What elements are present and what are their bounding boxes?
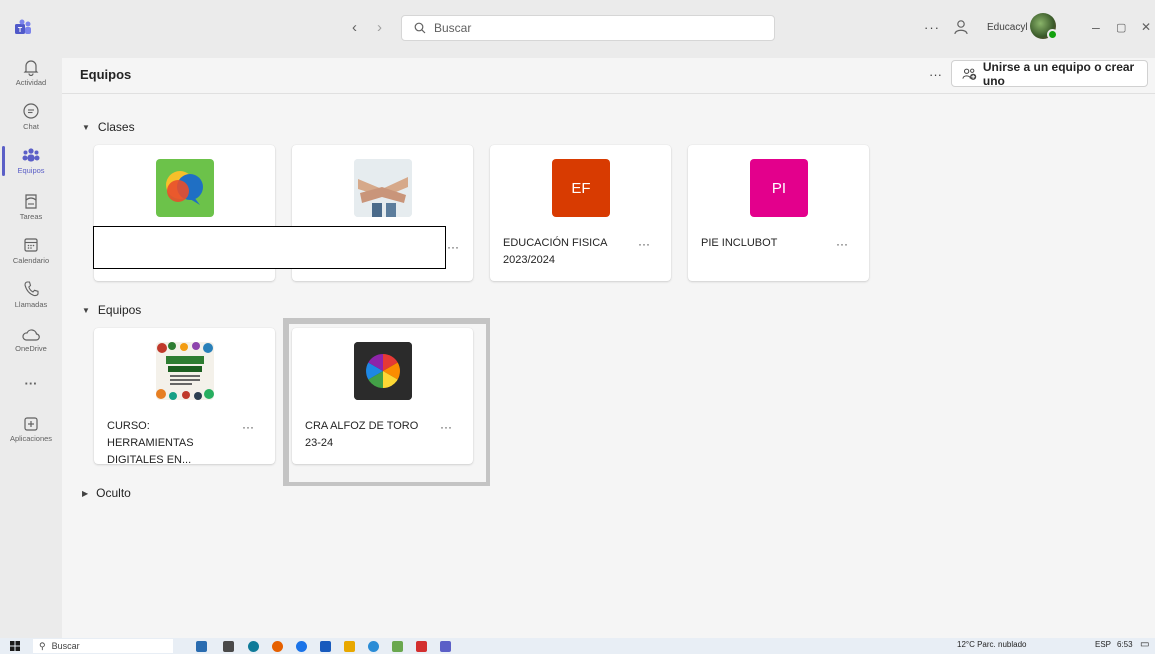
rail-label: OneDrive [15,344,47,353]
rail-label: Actividad [15,78,47,87]
telegram-icon[interactable] [368,641,379,652]
teams-logo-icon: T [15,19,31,34]
section-title: Equipos [97,303,142,317]
page-title: Equipos [80,67,132,82]
section-equipos-toggle[interactable]: ▼ Equipos [82,303,141,317]
chrome-icon[interactable] [296,641,307,652]
taskbar-search-label: Buscar [51,641,80,651]
selection-frame [283,318,490,486]
more-apps-icon[interactable]: ··· [0,376,62,391]
join-team-icon [962,68,977,80]
back-arrow-icon[interactable]: ‹ [352,19,357,36]
phone-icon [24,281,39,297]
rail-item-calendario[interactable]: Calendario [0,236,62,265]
stacked-hands-image [354,159,412,217]
acrobat-icon[interactable] [416,641,427,652]
assignments-icon [25,194,37,209]
team-name: PIE INCLUBOT [701,237,778,249]
clock[interactable]: 6:53 [1117,640,1133,649]
more-options-icon[interactable]: ··· [924,20,940,35]
rail-label: Chat [23,122,39,131]
teams-icon[interactable] [440,641,451,652]
org-name[interactable]: Educacyl [987,22,1028,33]
section-title: Oculto [96,486,131,500]
org-people-icon[interactable] [952,18,970,36]
chevron-down-icon: ▼ [82,122,90,132]
rail-item-tareas[interactable]: Tareas [0,192,62,221]
file-explorer-icon[interactable] [344,641,355,652]
forward-arrow-icon[interactable]: › [377,19,382,36]
chevron-down-icon: ▼ [82,305,90,315]
taskbar-search[interactable]: ⚲ Buscar [33,639,173,653]
team-more-icon[interactable]: ··· [447,240,459,254]
section-oculto-toggle[interactable]: ▶ Oculto [82,486,131,500]
edge-icon[interactable] [248,641,259,652]
team-name: CURSO: HERRAMIENTAS DIGITALES EN... [107,420,194,466]
header-more-icon[interactable]: ··· [929,67,942,82]
windows-taskbar: ⚲ Buscar 12°C Parc. nublado ESP 6:53 ▭ [0,638,1155,654]
team-avatar-initials: EF [552,159,610,217]
svg-text:T: T [18,27,23,34]
add-apps-icon [24,417,38,431]
search-input[interactable]: Buscar [401,15,775,41]
team-card-pie-inclubot[interactable]: PI PIE INCLUBOT ··· [688,145,869,281]
team-card-educacion-fisica[interactable]: EF EDUCACIÓN FISICA 2023/2024 ··· [490,145,671,281]
rail-item-llamadas[interactable]: Llamadas [0,280,62,309]
rail-label: Equipos [17,166,45,175]
close-icon[interactable]: ✕ [1141,20,1151,34]
team-card-herramientas-digitales[interactable]: CURSO: HERRAMIENTAS DIGITALES EN... ··· [94,328,275,466]
rail-item-actividad[interactable]: Actividad [0,58,62,87]
join-or-create-team-button[interactable]: Unirse a un equipo o crear uno [951,59,1148,88]
rail-item-onedrive[interactable]: OneDrive [0,328,62,353]
restore-icon[interactable]: ▢ [1116,21,1126,34]
notifications-icon[interactable]: ▭ [1140,639,1149,650]
herramientas-digitales-image [156,342,214,400]
rail-item-chat[interactable]: Chat [0,102,62,131]
team-avatar-initials: PI [750,159,808,217]
task-view-icon[interactable] [223,641,234,652]
search-icon [414,22,426,34]
presence-available-icon [1047,29,1058,40]
team-more-icon[interactable]: ··· [242,420,254,434]
main-content: Equipos ··· Unirse a un equipo o crear u… [62,58,1155,638]
title-bar: T ‹ › Buscar ··· Educacyl – ▢ ✕ [0,0,1155,58]
rail-item-aplicaciones[interactable]: Aplicaciones [0,416,62,443]
join-button-label: Unirse a un equipo o crear uno [982,59,1135,88]
search-placeholder: Buscar [434,21,472,35]
bell-icon [23,60,39,76]
redaction-box [93,226,446,269]
section-title: Clases [97,120,135,134]
rail-label: Aplicaciones [9,434,53,443]
firefox-icon[interactable] [272,641,283,652]
app-rail: Actividad Chat Equipos Tareas Calendario… [0,58,62,638]
team-more-icon[interactable]: ··· [638,237,650,251]
word-icon[interactable] [320,641,331,652]
search-icon: ⚲ [39,640,46,651]
rail-label: Calendario [12,256,50,265]
section-clases-toggle[interactable]: ▼ Clases [82,120,135,134]
cloud-icon [22,329,40,341]
team-more-icon[interactable]: ··· [836,237,848,251]
weather-widget[interactable]: 12°C Parc. nublado [957,640,1026,649]
team-name: EDUCACIÓN FISICA 2023/2024 [503,237,607,266]
chevron-right-icon: ▶ [82,488,89,498]
page-header: Equipos ··· Unirse a un equipo o crear u… [62,58,1155,94]
calendar-icon [24,238,38,252]
windows-start-icon[interactable] [10,641,20,651]
speech-bubbles-image [156,159,214,217]
task-view-icon[interactable] [196,641,207,652]
teams-icon [22,148,40,162]
rail-item-equipos[interactable]: Equipos [0,146,62,175]
chat-icon [23,103,39,119]
paint-icon[interactable] [392,641,403,652]
rail-label: Tareas [19,212,43,221]
minimize-icon[interactable]: – [1092,19,1100,35]
rail-label: Llamadas [14,300,48,309]
language-indicator[interactable]: ESP [1095,640,1111,649]
